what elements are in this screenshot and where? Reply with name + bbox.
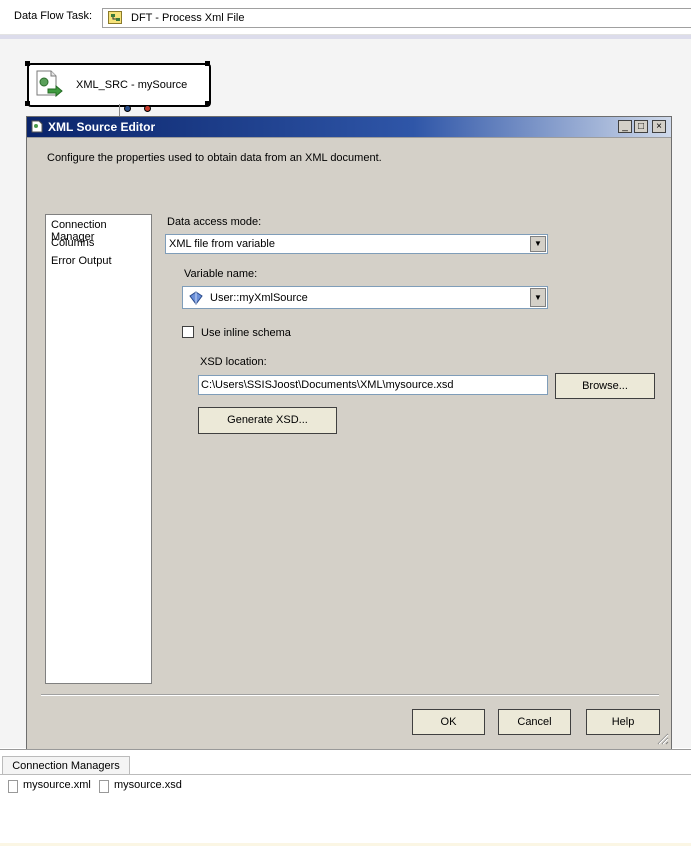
variable-name-label: Variable name: bbox=[184, 268, 258, 280]
separator-line bbox=[41, 694, 659, 696]
close-button[interactable]: × bbox=[652, 120, 666, 133]
navigation-list: Connection Manager Columns Error Output bbox=[45, 214, 152, 684]
xml-source-component[interactable]: XML_SRC - mySource bbox=[27, 63, 211, 107]
xsd-location-input[interactable]: C:\Users\SSISJoost\Documents\XML\mysourc… bbox=[198, 375, 548, 395]
browse-button[interactable]: Browse... bbox=[555, 373, 655, 399]
xsd-location-label: XSD location: bbox=[200, 356, 267, 368]
data-access-mode-dropdown[interactable]: XML file from variable ▼ bbox=[165, 234, 548, 254]
connector-line bbox=[119, 104, 120, 116]
task-toolbar: Data Flow Task: DFT - Process Xml File bbox=[0, 0, 691, 35]
description-area bbox=[27, 138, 671, 204]
resize-handle-top-left[interactable] bbox=[25, 61, 30, 66]
variable-name-dropdown[interactable]: User::myXmlSource ▼ bbox=[182, 286, 548, 309]
resize-handle-bottom-right[interactable] bbox=[205, 101, 210, 106]
resize-handle-top-right[interactable] bbox=[205, 61, 210, 66]
connection-managers-list: mysource.xml mysource.xsd bbox=[0, 774, 691, 841]
chevron-down-icon[interactable]: ▼ bbox=[530, 236, 546, 252]
use-inline-schema-checkbox[interactable] bbox=[182, 326, 194, 338]
use-inline-schema-label: Use inline schema bbox=[201, 327, 291, 339]
dialog-titlebar[interactable]: XML Source Editor _ □ × bbox=[27, 117, 671, 138]
variable-icon bbox=[189, 291, 203, 308]
component-label: XML_SRC - mySource bbox=[76, 79, 188, 91]
file-connection-icon bbox=[8, 780, 18, 793]
resize-grip-icon[interactable] bbox=[655, 731, 669, 748]
tab-connection-managers-label: Connection Managers bbox=[12, 760, 120, 772]
ok-button-label: OK bbox=[440, 716, 457, 728]
xml-source-icon bbox=[34, 69, 64, 99]
task-label: Data Flow Task: bbox=[14, 10, 93, 22]
ok-button[interactable]: OK bbox=[412, 709, 485, 735]
output-path-connector[interactable] bbox=[124, 105, 131, 112]
generate-xsd-button-label: Generate XSD... bbox=[227, 414, 308, 426]
generate-xsd-button[interactable]: Generate XSD... bbox=[198, 407, 337, 434]
help-button[interactable]: Help bbox=[586, 709, 660, 735]
help-button-label: Help bbox=[611, 716, 635, 728]
data-access-mode-value: XML file from variable bbox=[169, 238, 275, 250]
xsd-location-value: C:\Users\SSISJoost\Documents\XML\mysourc… bbox=[201, 379, 454, 391]
dialog-description: Configure the properties used to obtain … bbox=[47, 152, 382, 164]
xml-source-editor-dialog: XML Source Editor _ □ × Configure the pr… bbox=[26, 116, 672, 750]
variable-name-value: User::myXmlSource bbox=[210, 292, 308, 304]
connection-managers-panel: Connection Managers mysource.xml mysourc… bbox=[0, 749, 691, 846]
dialog-title: XML Source Editor bbox=[48, 120, 156, 134]
data-access-mode-label: Data access mode: bbox=[167, 216, 262, 228]
error-path-connector[interactable] bbox=[144, 105, 151, 112]
surface-divider bbox=[0, 35, 691, 39]
minimize-icon: _ bbox=[622, 121, 628, 132]
tab-connection-managers[interactable]: Connection Managers bbox=[2, 756, 130, 774]
chevron-down-icon[interactable]: ▼ bbox=[530, 288, 546, 307]
connection-item-label: mysource.xsd bbox=[114, 779, 182, 791]
file-connection-icon bbox=[99, 780, 109, 793]
browse-button-label: Browse... bbox=[582, 380, 628, 392]
cancel-button[interactable]: Cancel bbox=[498, 709, 571, 735]
task-selector-value: DFT - Process Xml File bbox=[131, 12, 245, 24]
connection-item-label: mysource.xml bbox=[23, 779, 91, 791]
maximize-icon: □ bbox=[637, 121, 645, 132]
close-icon: × bbox=[656, 121, 662, 132]
nav-item-error-output[interactable]: Error Output bbox=[51, 255, 112, 267]
cancel-button-label: Cancel bbox=[517, 716, 552, 728]
data-flow-task-icon bbox=[108, 11, 122, 24]
nav-item-columns[interactable]: Columns bbox=[51, 237, 94, 249]
task-selector[interactable]: DFT - Process Xml File bbox=[102, 8, 691, 28]
maximize-button[interactable]: □ bbox=[634, 120, 648, 133]
xml-source-title-icon bbox=[31, 120, 44, 133]
resize-handle-bottom-left[interactable] bbox=[25, 101, 30, 106]
minimize-button[interactable]: _ bbox=[618, 120, 632, 133]
